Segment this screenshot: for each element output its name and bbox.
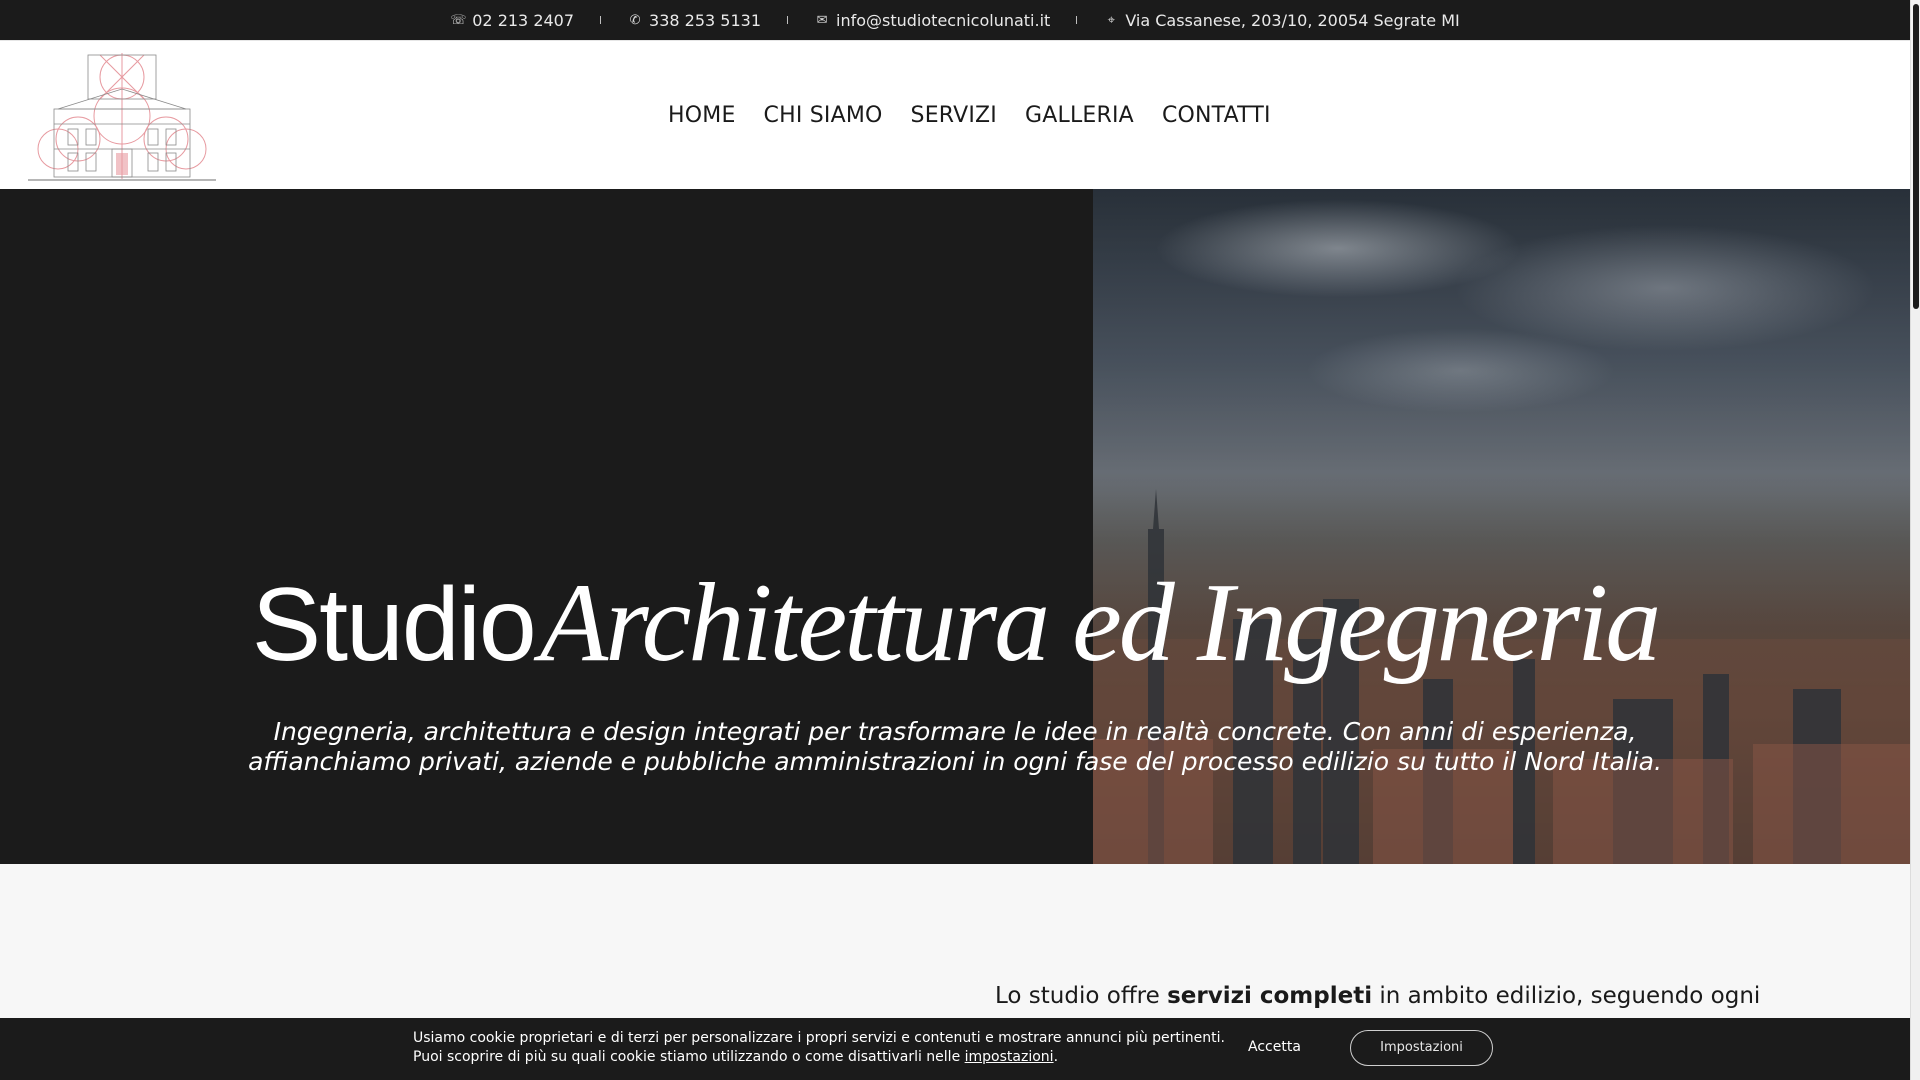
intro-part-1: Lo studio offre bbox=[995, 983, 1168, 1009]
cookie-accept-button[interactable]: Accetta bbox=[1248, 1039, 1301, 1055]
phone-number: 02 213 2407 bbox=[472, 10, 575, 30]
phone-icon: ☏ bbox=[450, 12, 467, 28]
contact-mobile[interactable]: ✆ 338 253 5131 bbox=[627, 11, 761, 30]
hero-section: Studio Architettura ed Ingegneria Ingegn… bbox=[0, 189, 1910, 864]
divider bbox=[1076, 16, 1078, 24]
mail-icon: ✉ bbox=[816, 12, 828, 28]
top-contact-bar: ☏ 02 213 2407 ✆ 338 253 5131 ✉ info@stud… bbox=[0, 0, 1910, 40]
contact-address[interactable]: ⌖ Via Cassanese, 203/10, 20054 Segrate M… bbox=[1103, 10, 1460, 30]
cookie-settings-link[interactable]: impostazioni bbox=[965, 1049, 1054, 1065]
nav-chi-siamo[interactable]: CHI SIAMO bbox=[764, 103, 883, 128]
hero-title-plain: Studio bbox=[251, 567, 537, 683]
nav-contatti[interactable]: CONTATTI bbox=[1162, 103, 1271, 128]
hero-clouds bbox=[1093, 189, 1910, 519]
cookie-text: Usiamo cookie proprietari e di terzi per… bbox=[413, 1029, 1225, 1067]
address: Via Cassanese, 203/10, 20054 Segrate MI bbox=[1125, 10, 1460, 30]
mobile-number: 338 253 5131 bbox=[649, 10, 762, 30]
cookie-text-line-2-start: Puoi scoprire di più su quali cookie sti… bbox=[413, 1049, 965, 1065]
hero-subtitle: Ingegneria, architettura e design integr… bbox=[0, 717, 1910, 777]
email-address: info@studiotecnicolunati.it bbox=[836, 10, 1051, 30]
nav-servizi[interactable]: SERVIZI bbox=[911, 103, 997, 128]
logo[interactable] bbox=[28, 49, 216, 183]
cookie-text-line-2: Puoi scoprire di più su quali cookie sti… bbox=[413, 1048, 1225, 1067]
contact-email[interactable]: ✉ info@studiotecnicolunati.it bbox=[814, 10, 1051, 30]
hero-title-italic: Architettura ed Ingegneria bbox=[539, 561, 1661, 685]
hero-title: Studio Architettura ed Ingegneria bbox=[0, 559, 1910, 688]
hero-subtitle-line-1: Ingegneria, architettura e design integr… bbox=[273, 717, 1637, 746]
scrollbar-thumb[interactable] bbox=[1913, 4, 1919, 309]
divider bbox=[787, 16, 789, 24]
contact-phone[interactable]: ☏ 02 213 2407 bbox=[450, 11, 574, 30]
scrollbar[interactable] bbox=[1910, 0, 1920, 1080]
intro-text: Lo studio offre servizi completi in ambi… bbox=[995, 983, 1760, 1009]
intro-part-2: in ambito edilizio, seguendo ogni bbox=[1372, 983, 1761, 1009]
main-nav: HOME CHI SIAMO SERVIZI GALLERIA CONTATTI bbox=[668, 41, 1271, 190]
cookie-text-line-1: Usiamo cookie proprietari e di terzi per… bbox=[413, 1030, 1225, 1046]
site-header: HOME CHI SIAMO SERVIZI GALLERIA CONTATTI bbox=[0, 40, 1910, 189]
map-pin-icon: ⌖ bbox=[1107, 12, 1115, 28]
mobile-phone-icon: ✆ bbox=[629, 12, 641, 28]
divider bbox=[600, 16, 602, 24]
cookie-settings-button[interactable]: Impostazioni bbox=[1350, 1030, 1493, 1066]
cookie-banner: Usiamo cookie proprietari e di terzi per… bbox=[0, 1018, 1910, 1080]
nav-home[interactable]: HOME bbox=[668, 103, 736, 128]
intro-bold: servizi completi bbox=[1167, 983, 1373, 1009]
hero-subtitle-line-2: affianchiamo privati, aziende e pubblich… bbox=[248, 747, 1662, 776]
nav-galleria[interactable]: GALLERIA bbox=[1025, 103, 1134, 128]
cookie-text-line-2-end: . bbox=[1053, 1049, 1059, 1065]
